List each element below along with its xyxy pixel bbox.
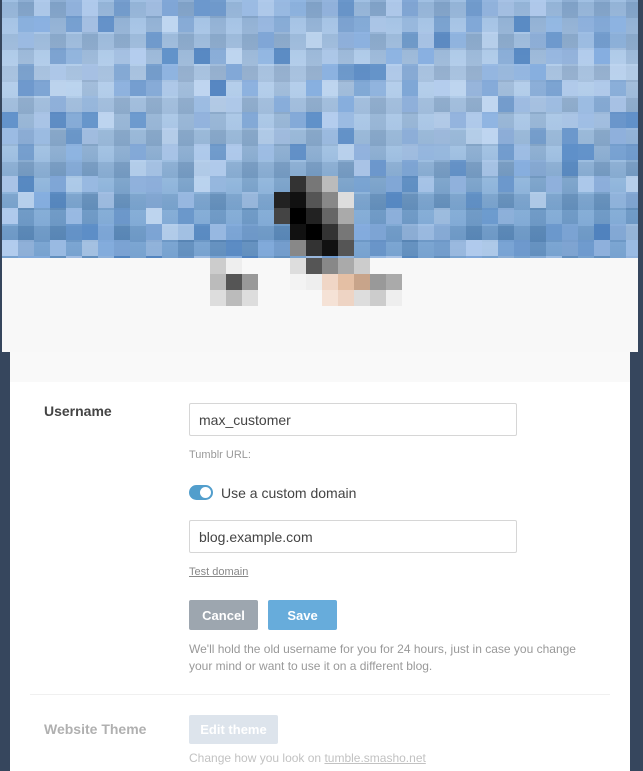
header-image[interactable]	[2, 0, 638, 272]
custom-domain-label: Use a custom domain	[221, 485, 357, 501]
username-input[interactable]	[189, 403, 517, 436]
theme-note-prefix: Change how you look on	[189, 751, 325, 765]
avatar-area	[2, 258, 638, 352]
edit-theme-button[interactable]: Edit theme	[189, 715, 278, 744]
toggle-knob	[200, 487, 211, 498]
theme-note: Change how you look on tumble.smasho.net	[189, 751, 426, 765]
custom-domain-toggle[interactable]	[189, 485, 213, 500]
save-button[interactable]: Save	[268, 600, 337, 630]
tumblr-url-label: Tumblr URL:	[189, 449, 251, 461]
blog-url-link[interactable]: tumble.smasho.net	[324, 751, 425, 765]
test-domain-link[interactable]: Test domain	[189, 566, 248, 578]
username-label: Username	[44, 403, 112, 419]
website-theme-label: Website Theme	[44, 721, 147, 737]
custom-domain-input[interactable]	[189, 520, 517, 553]
username-hold-note: We'll hold the old username for you for …	[189, 642, 576, 673]
panel-top-strip	[10, 352, 630, 382]
blog-header	[2, 0, 638, 352]
cancel-button[interactable]: Cancel	[189, 600, 258, 630]
section-divider	[30, 694, 610, 695]
